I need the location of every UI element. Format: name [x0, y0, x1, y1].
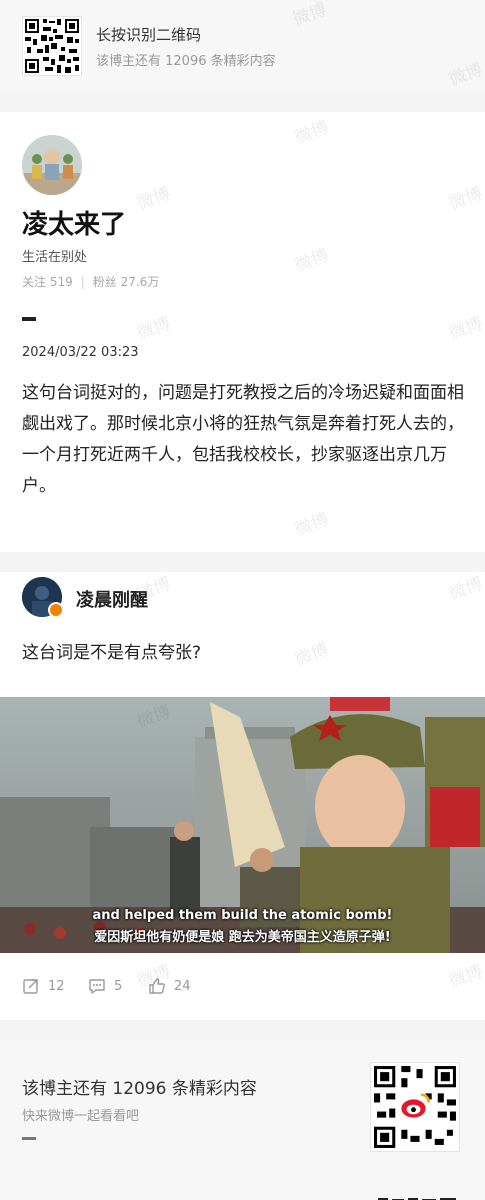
repost-card: 凌晨刚醒 这台词是不是有点夸张? and helped them build t…: [0, 572, 485, 1020]
banner-subtitle: 该博主还有 12096 条精彩内容: [96, 54, 276, 69]
author-bio: 生活在别处: [22, 250, 88, 265]
divider-mark: [22, 1137, 36, 1140]
video-thumbnail[interactable]: and helped them build the atomic bomb! 爱…: [0, 697, 485, 953]
author-name[interactable]: 凌太来了: [22, 204, 126, 241]
post-card: 凌太来了 生活在别处 关注 519 | 粉丝 27.6万 2024/03/22 03…: [0, 112, 485, 552]
comment-icon: [89, 979, 105, 994]
share-icon: [23, 979, 38, 994]
like-count: 24: [174, 978, 191, 994]
like-button[interactable]: 24: [148, 976, 191, 996]
verified-badge-icon: [48, 602, 64, 618]
divider-mark: [22, 317, 36, 321]
banner-title: 长按识别二维码: [96, 26, 202, 44]
like-icon: [149, 978, 165, 994]
share-count: 12: [48, 978, 65, 994]
video-subtitle-chinese: 爱因斯坦他有奶便是娘 跑去为美帝国主义造原子弹!: [94, 930, 391, 945]
author-stats: 关注 519 | 粉丝 27.6万: [22, 273, 159, 290]
post-date: 2024/03/22 03:23: [22, 345, 139, 360]
footer-subtitle: 快来微博一起看看吧: [22, 1109, 140, 1124]
repost-author-name[interactable]: 凌晨刚醒: [76, 586, 148, 612]
stats-divider: |: [80, 275, 85, 289]
followers-count[interactable]: 粉丝 27.6万: [93, 275, 160, 289]
qr-code-icon[interactable]: [22, 16, 82, 76]
repost-text: 这台词是不是有点夸张?: [22, 643, 202, 663]
share-button[interactable]: 12: [22, 976, 65, 996]
qr-code-icon[interactable]: [370, 1062, 460, 1152]
footer-title: 该博主还有 12096 条精彩内容: [22, 1079, 257, 1099]
top-banner: 长按识别二维码 该博主还有 12096 条精彩内容: [0, 0, 485, 92]
post-body: 这句台词挺对的，问题是打死教授之后的冷场迟疑和面面相觑出戏了。那时候北京小将的狂…: [22, 383, 464, 496]
following-count[interactable]: 关注 519: [22, 275, 73, 289]
footer-card: 该博主还有 12096 条精彩内容 快来微博一起看看吧: [0, 1040, 485, 1200]
video-subtitle-english: and helped them build the atomic bomb!: [92, 908, 393, 923]
cropped-text-fragment: [376, 1190, 460, 1200]
avatar[interactable]: [22, 135, 82, 195]
comment-count: 5: [114, 978, 123, 994]
comment-button[interactable]: 5: [88, 976, 122, 996]
